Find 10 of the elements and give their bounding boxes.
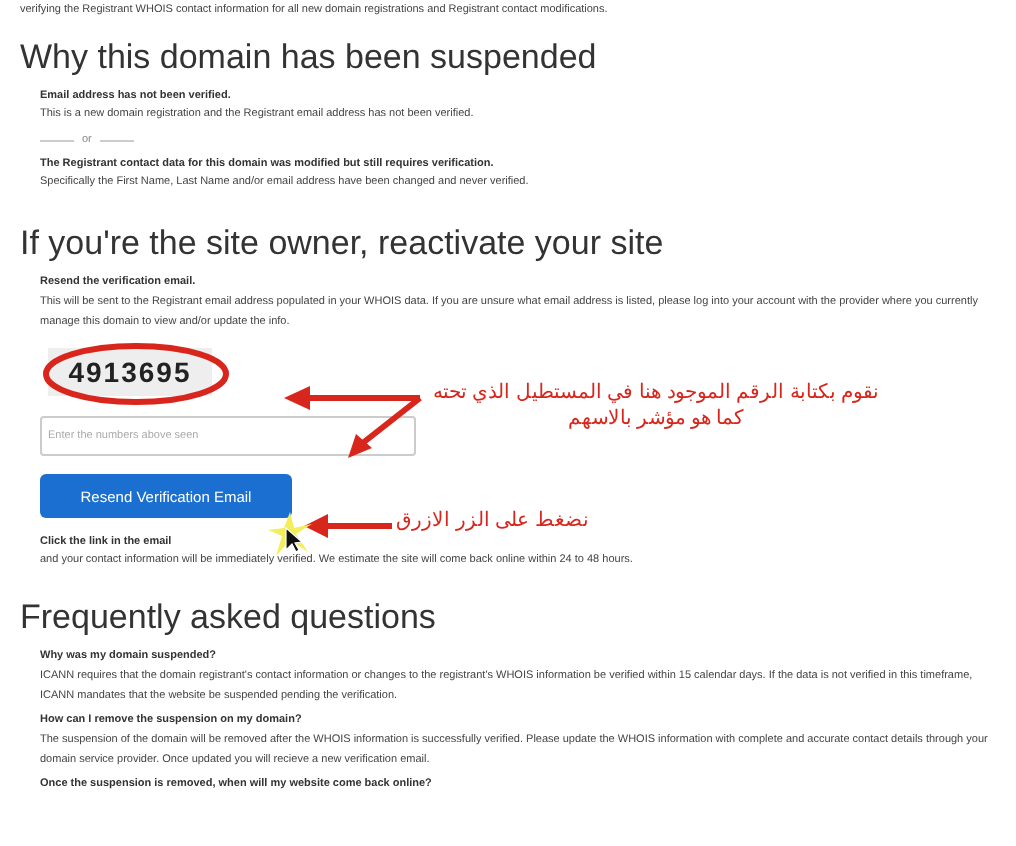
arrow-drawing <box>284 386 424 462</box>
cursor-icon <box>268 512 312 556</box>
annotation-text: كما هو مؤشر بالاسهم <box>567 406 745 432</box>
section-heading: Frequently asked questions <box>20 598 438 639</box>
annotation-text: نقوم بكتابة الرقم الموجود هنا في المستطيل الذي تحته <box>432 380 880 406</box>
arrow-icon <box>304 514 392 538</box>
captcha-text: 4913695 <box>68 353 192 392</box>
section-heading: If you're the site owner, reactivate your site <box>20 224 666 265</box>
section-heading: Why this domain has been suspended <box>20 38 599 78</box>
annotation-text: نضغط على الزر الازرق <box>396 508 589 534</box>
